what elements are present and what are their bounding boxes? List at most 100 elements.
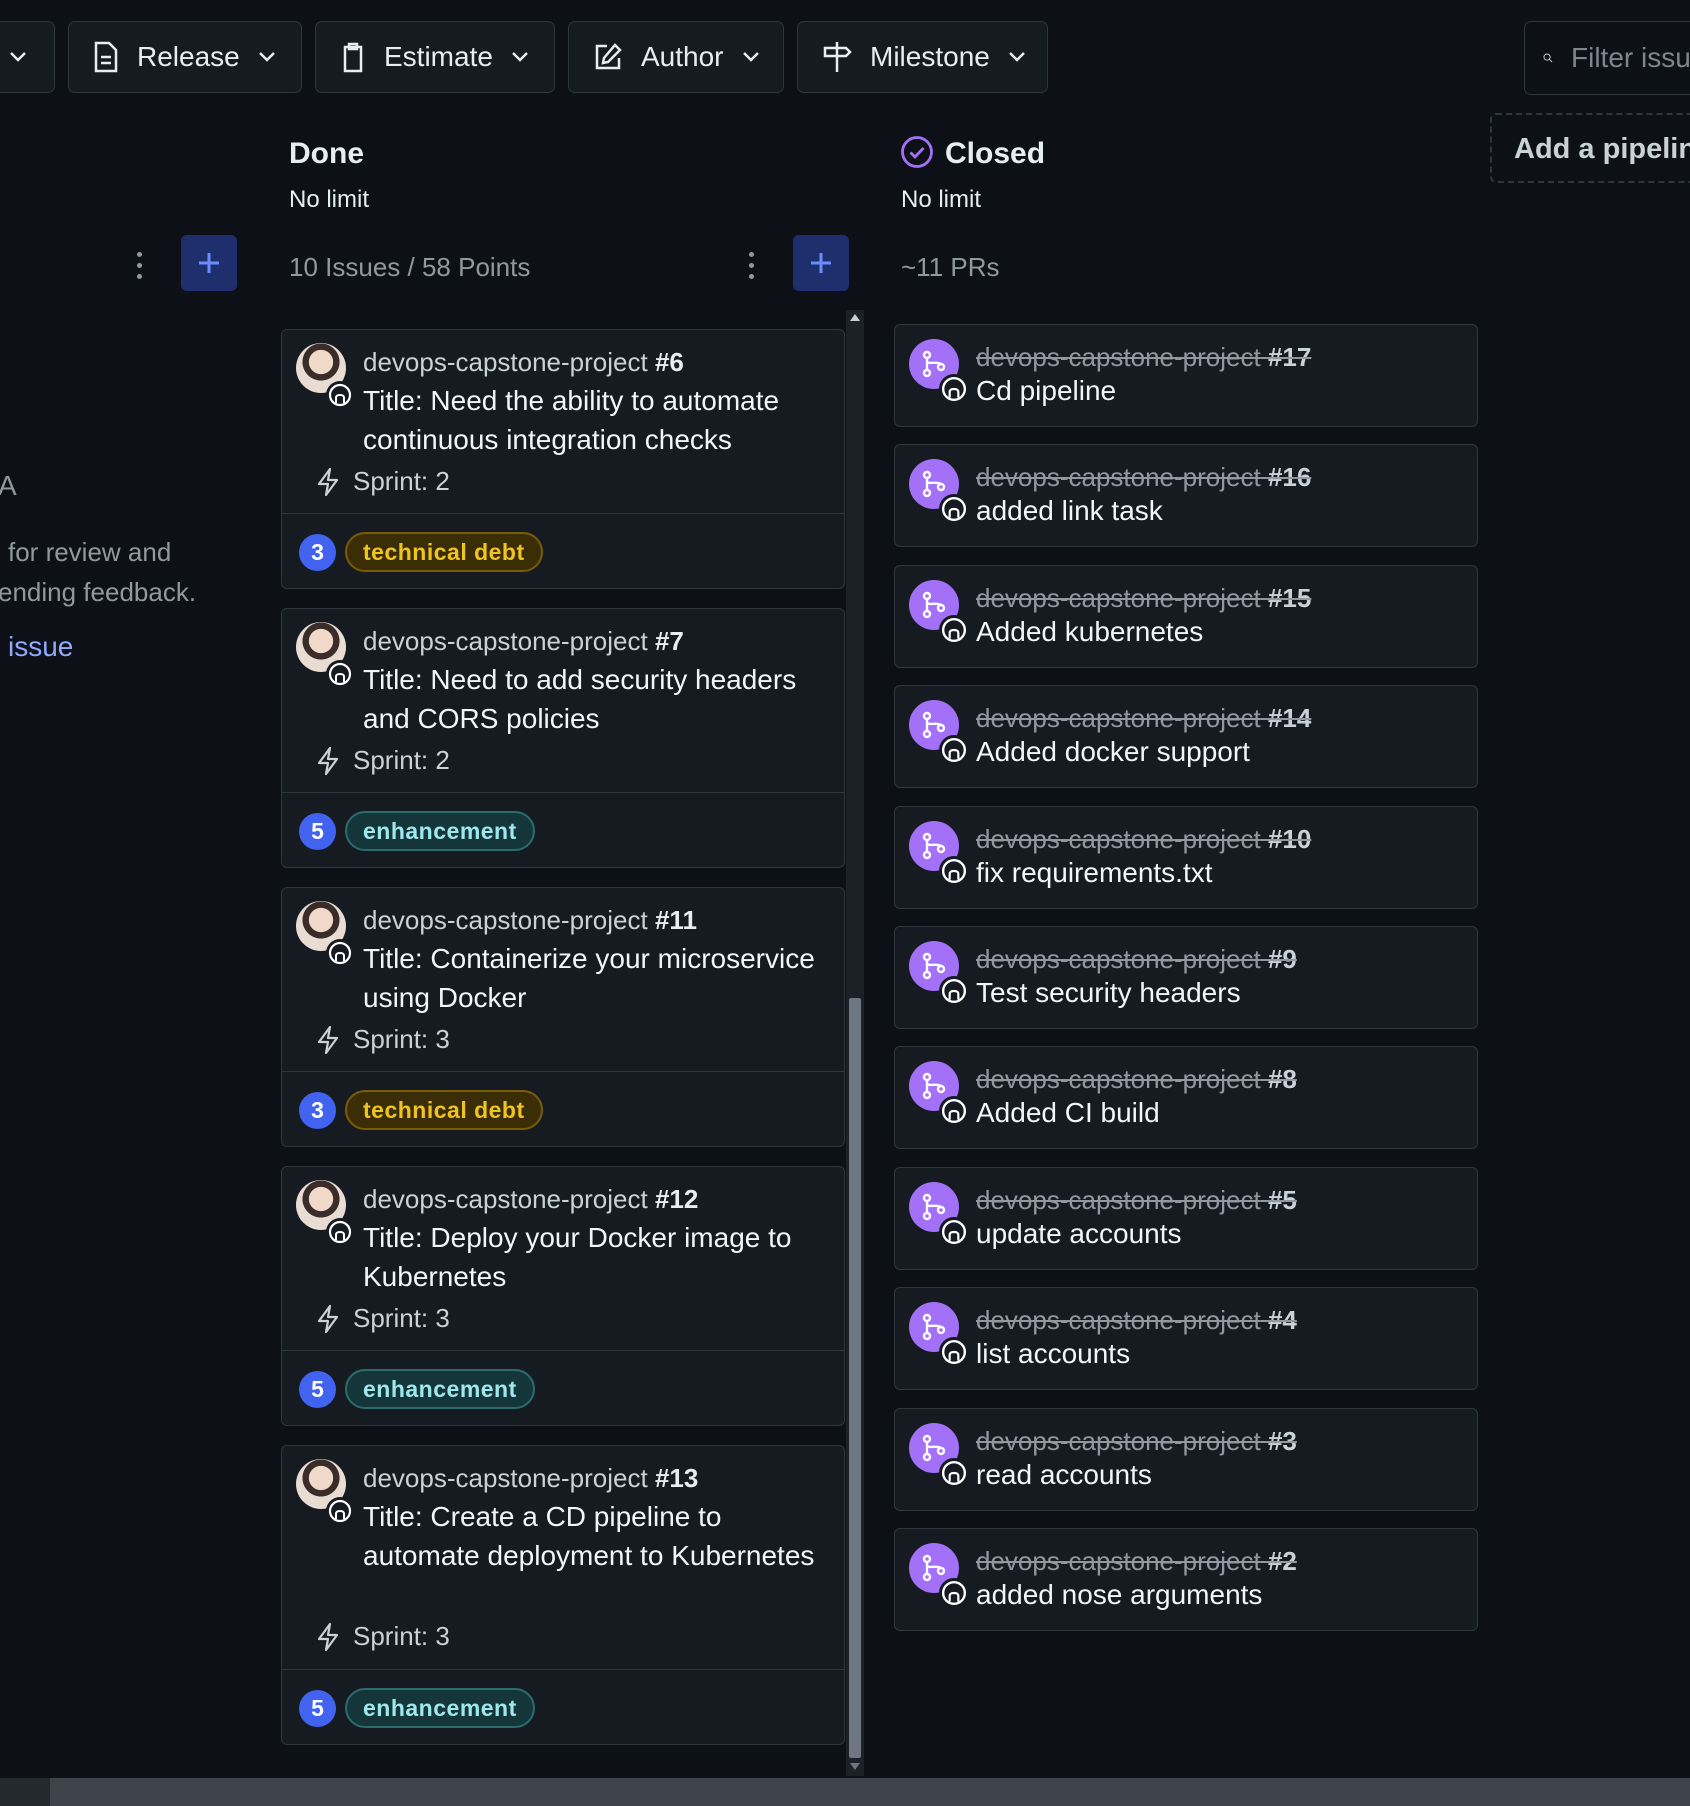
github-icon [939,374,969,404]
issue-card[interactable]: devops-capstone-project #13 Title: Creat… [281,1445,845,1745]
pr-title[interactable]: Added kubernetes [976,616,1203,648]
chevron-down-icon [742,52,759,62]
milestone-filter-label: Milestone [870,41,990,72]
github-icon [939,1457,969,1488]
pr-card[interactable]: devops-capstone-project #10 fix requireme… [894,805,1478,909]
scroll-down-arrow[interactable] [850,1763,860,1770]
pr-card[interactable]: devops-capstone-project #2 added nose arg… [894,1528,1478,1631]
release-filter-button[interactable]: Release [68,21,302,93]
pr-title[interactable]: update accounts [976,1218,1182,1250]
label-enhancement[interactable]: enhancement [345,811,535,851]
pr-title[interactable]: list accounts [976,1338,1130,1370]
left-column-new-issue-link[interactable]: issue [8,631,73,663]
issue-title[interactable]: Title: Deploy your Docker image to Kuber… [363,1218,828,1296]
github-icon [939,1337,969,1368]
assignee-avatar [296,901,354,967]
previous-filter-dropdown[interactable] [0,21,55,93]
issue-title[interactable]: Title: Need the ability to automate cont… [363,381,828,459]
pr-card[interactable]: devops-capstone-project #17 Cd pipeline [894,324,1478,427]
pr-card[interactable]: devops-capstone-project #4 list accounts [894,1287,1478,1391]
plus-icon [199,253,219,273]
issue-card[interactable]: devops-capstone-project #12 Title: Deplo… [281,1166,845,1426]
pr-card[interactable]: devops-capstone-project #9 Test security … [894,926,1478,1029]
label-enhancement[interactable]: enhancement [345,1369,535,1409]
estimate-points-badge: 5 [299,1690,336,1727]
pr-card[interactable]: devops-capstone-project #3 read accounts [894,1407,1478,1511]
estimate-points-badge: 3 [299,1092,336,1129]
label-technical-debt[interactable]: technical debt [345,532,543,572]
pr-title[interactable]: read accounts [976,1459,1152,1491]
filter-issues-search[interactable] [1524,21,1690,95]
label-enhancement[interactable]: enhancement [345,1688,535,1728]
label-technical-debt[interactable]: technical debt [345,1090,543,1130]
issue-card-footer: 3 technical debt [282,1072,844,1146]
issue-card-body: devops-capstone-project #7 Title: Need t… [282,609,844,793]
pr-title[interactable]: added link task [976,495,1163,527]
estimate-points-badge: 5 [299,1371,336,1408]
pr-title[interactable]: Cd pipeline [976,375,1116,407]
pr-repo-line: devops-capstone-project #14 [976,703,1312,734]
author-filter-label: Author [641,41,724,72]
github-icon [939,735,969,766]
issue-card[interactable]: devops-capstone-project #11 Title: Conta… [281,887,845,1147]
pr-title[interactable]: Test security headers [976,977,1241,1009]
pr-title[interactable]: Added CI build [976,1097,1160,1129]
done-column-limit: No limit [289,186,370,213]
issue-card[interactable]: devops-capstone-project #7 Title: Need t… [281,608,845,868]
issue-repo-line: devops-capstone-project #6 [363,347,684,377]
issue-card-body: devops-capstone-project #13 Title: Creat… [282,1446,844,1670]
pr-card[interactable]: devops-capstone-project #8 Added CI build [894,1046,1478,1150]
author-filter-button[interactable]: Author [568,21,784,93]
github-icon [939,494,969,525]
github-icon [939,1216,969,1247]
add-pipeline-button[interactable]: Add a pipelin [1490,113,1690,183]
done-column-scrollbar[interactable] [846,310,864,1776]
left-column-menu-button[interactable] [135,252,143,282]
pr-title[interactable]: Added docker support [976,736,1250,768]
plus-icon [811,253,831,273]
file-icon [94,41,118,73]
github-icon [326,1218,354,1246]
horizontal-scrollbar[interactable] [0,1778,1690,1806]
scroll-up-arrow[interactable] [850,314,860,321]
filter-issues-input[interactable] [1569,41,1690,75]
issue-title[interactable]: Title: Need to add security headers and … [363,660,828,738]
pencil-square-icon [595,43,622,70]
pr-title[interactable]: added nose arguments [976,1579,1262,1611]
issue-card-body: devops-capstone-project #6 Title: Need t… [282,330,844,514]
pr-card[interactable]: devops-capstone-project #15 Added kuberne… [894,564,1478,668]
issue-card-footer: 3 technical debt [282,514,844,588]
issue-card[interactable]: devops-capstone-project #6 Title: Need t… [281,329,845,589]
pr-title[interactable]: fix requirements.txt [976,857,1213,889]
pr-card[interactable]: devops-capstone-project #5 update account… [894,1166,1478,1270]
issue-title[interactable]: Title: Containerize your microservice us… [363,939,828,1017]
milestone-filter-button[interactable]: Milestone [797,21,1048,93]
lightning-icon [317,746,339,775]
github-icon [326,660,354,688]
github-icon [939,855,969,886]
issue-title[interactable]: Title: Create a CD pipeline to automate … [363,1497,828,1575]
pr-card[interactable]: devops-capstone-project #14 Added docker … [894,685,1478,789]
pr-repo-line: devops-capstone-project #2 [976,1546,1297,1576]
left-column-description: for review and [8,537,172,567]
github-icon [326,381,354,409]
issue-repo-line: devops-capstone-project #11 [363,905,697,935]
issue-repo-line: devops-capstone-project #12 [363,1184,699,1214]
search-icon [1543,53,1553,63]
left-column-add-button[interactable] [181,235,237,291]
assignee-avatar [296,343,354,409]
scrollbar-thumb[interactable] [849,998,861,1758]
chevron-down-icon [1008,52,1025,62]
github-icon [326,1497,354,1525]
horizontal-scrollbar-track-start [0,1778,50,1806]
closed-column-limit: No limit [901,186,982,213]
assignee-avatar [296,1459,354,1525]
estimate-filter-button[interactable]: Estimate [315,21,555,93]
pr-card[interactable]: devops-capstone-project #16 added link ta… [894,444,1478,548]
done-column-add-button[interactable] [793,235,849,291]
github-icon [939,1096,969,1127]
done-column-menu-button[interactable] [747,252,755,282]
estimate-points-badge: 3 [299,534,336,571]
done-column-scroll-area[interactable]: devops-capstone-project #6 Title: Need t… [281,310,845,1776]
sprint-info: Sprint: 2 [315,745,450,776]
